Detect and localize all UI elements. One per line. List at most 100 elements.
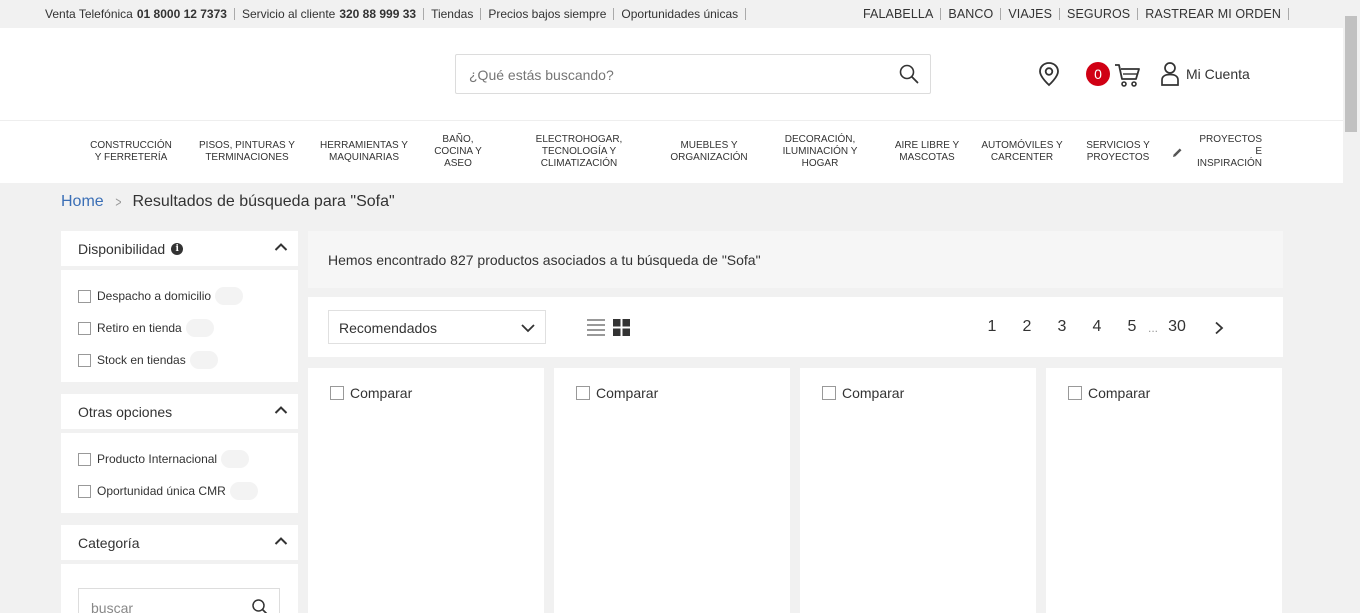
count-pill bbox=[229, 482, 258, 500]
count-pill bbox=[189, 351, 218, 369]
nav-label: ELECTROHOGAR, TECNOLOGÍA Y CLIMATIZACIÓN bbox=[535, 134, 623, 169]
page-1[interactable]: 1 bbox=[982, 318, 1002, 336]
compare-toggle[interactable]: Comparar bbox=[330, 385, 412, 401]
low-prices-link[interactable]: Precios bajos siempre bbox=[488, 7, 606, 21]
checkbox[interactable] bbox=[78, 289, 91, 303]
nav-pisos[interactable]: PISOS, PINTURAS Y TERMINACIONES bbox=[192, 121, 302, 183]
count-pill bbox=[215, 287, 244, 305]
checkbox[interactable] bbox=[822, 386, 836, 400]
product-card[interactable]: Comparar bbox=[800, 368, 1036, 613]
checkbox[interactable] bbox=[1068, 386, 1082, 400]
filter-option[interactable]: Stock en tiendas bbox=[78, 351, 218, 369]
account-link[interactable]: Mi Cuenta bbox=[1160, 61, 1250, 87]
filter-body-disponibilidad: Despacho a domicilio Retiro en tienda St… bbox=[61, 270, 298, 382]
nav-label: AIRE LIBRE Y MASCOTAS bbox=[894, 140, 960, 163]
filter-header-otras-opciones[interactable]: Otras opciones bbox=[61, 394, 298, 429]
page-last[interactable]: 30 bbox=[1165, 318, 1189, 336]
checkbox[interactable] bbox=[576, 386, 590, 400]
nav-herramientas[interactable]: HERRAMIENTAS Y MAQUINARIAS bbox=[314, 121, 414, 183]
filter-body-categoria bbox=[61, 564, 298, 613]
page-5[interactable]: 5 bbox=[1122, 318, 1142, 336]
chevron-down-icon bbox=[521, 324, 535, 333]
checkbox[interactable] bbox=[78, 452, 91, 466]
nav-proyectos[interactable]: PROYECTOS E INSPIRACIÓN bbox=[1172, 121, 1262, 183]
info-icon[interactable]: i bbox=[171, 242, 184, 255]
filter-title: Categoría bbox=[78, 534, 140, 551]
divider bbox=[613, 8, 615, 20]
nav-aire-libre[interactable]: AIRE LIBRE Y MASCOTAS bbox=[885, 121, 969, 183]
chevron-up-icon[interactable] bbox=[274, 405, 288, 415]
breadcrumb-home-link[interactable]: Home bbox=[61, 193, 104, 211]
page-2[interactable]: 2 bbox=[1017, 318, 1037, 336]
compare-toggle[interactable]: Comparar bbox=[822, 385, 904, 401]
seguros-link[interactable]: SEGUROS bbox=[1067, 7, 1130, 21]
divider bbox=[233, 8, 235, 20]
filter-header-disponibilidad[interactable]: Disponibilidad i bbox=[61, 231, 298, 266]
checkbox[interactable] bbox=[78, 353, 91, 367]
location-pin-icon[interactable] bbox=[1037, 61, 1061, 87]
page-scrollbar[interactable] bbox=[1343, 0, 1360, 613]
nav-label: MUEBLES Y ORGANIZACIÓN bbox=[670, 140, 748, 163]
customer-service-number: 320 88 999 33 bbox=[339, 7, 417, 21]
list-view-icon[interactable] bbox=[587, 319, 605, 336]
nav-electrohogar[interactable]: ELECTROHOGAR, TECNOLOGÍA Y CLIMATIZACIÓN bbox=[520, 121, 638, 183]
nav-servicios[interactable]: SERVICIOS Y PROYECTOS bbox=[1080, 121, 1156, 183]
nav-decoracion[interactable]: DECORACIÓN, ILUMINACIÓN Y HOGAR bbox=[772, 121, 868, 183]
nav-label: BAÑO, COCINA Y ASEO bbox=[434, 134, 482, 169]
option-label: Stock en tiendas bbox=[97, 353, 186, 367]
cart-count-badge[interactable]: 0 bbox=[1086, 62, 1110, 86]
compare-label: Comparar bbox=[1088, 385, 1151, 401]
customer-service[interactable]: Servicio al cliente 320 88 999 33 bbox=[242, 7, 416, 21]
product-card[interactable]: Comparar bbox=[554, 368, 790, 613]
banco-link[interactable]: BANCO bbox=[948, 7, 993, 21]
filter-option[interactable]: Despacho a domicilio bbox=[78, 287, 244, 305]
nav-muebles[interactable]: MUEBLES Y ORGANIZACIÓN bbox=[660, 121, 758, 183]
checkbox[interactable] bbox=[78, 321, 91, 335]
scrollbar-thumb[interactable] bbox=[1345, 16, 1357, 132]
viajes-link[interactable]: VIAJES bbox=[1008, 7, 1052, 21]
category-search-input[interactable] bbox=[89, 599, 243, 613]
nav-label: HERRAMIENTAS Y MAQUINARIAS bbox=[320, 140, 408, 163]
nav-bano[interactable]: BAÑO, COCINA Y ASEO bbox=[428, 121, 488, 183]
phone-sales-number: 01 8000 12 7373 bbox=[136, 7, 227, 21]
chevron-up-icon[interactable] bbox=[274, 242, 288, 252]
filter-header-categoria[interactable]: Categoría bbox=[61, 525, 298, 560]
cart-icon[interactable] bbox=[1113, 62, 1141, 88]
unique-opportunities-link[interactable]: Oportunidades únicas bbox=[621, 7, 738, 21]
search-box bbox=[455, 54, 931, 94]
compare-toggle[interactable]: Comparar bbox=[576, 385, 658, 401]
results-summary: Hemos encontrado 827 productos asociados… bbox=[308, 231, 1283, 288]
nav-label: SERVICIOS Y PROYECTOS bbox=[1086, 140, 1150, 163]
filter-option[interactable]: Producto Internacional bbox=[78, 450, 250, 468]
divider bbox=[1000, 8, 1002, 20]
pencil-icon bbox=[1172, 147, 1182, 157]
filter-option[interactable]: Oportunidad única CMR bbox=[78, 482, 258, 500]
page-3[interactable]: 3 bbox=[1052, 318, 1072, 336]
checkbox[interactable] bbox=[78, 484, 91, 498]
nav-automoviles[interactable]: AUTOMÓVILES Y CARCENTER bbox=[975, 121, 1069, 183]
sort-select[interactable]: Recomendados bbox=[328, 310, 546, 344]
results-toolbar: Recomendados 1 2 3 4 5 ... 30 bbox=[308, 297, 1283, 357]
nav-construccion[interactable]: CONSTRUCCIÓN Y FERRETERÍA bbox=[85, 121, 177, 183]
account-label: Mi Cuenta bbox=[1186, 66, 1250, 82]
chevron-right-icon[interactable] bbox=[1214, 321, 1224, 335]
customer-service-label: Servicio al cliente bbox=[241, 7, 336, 21]
search-icon[interactable] bbox=[898, 63, 920, 85]
filter-body-otras-opciones: Producto Internacional Oportunidad única… bbox=[61, 433, 298, 513]
checkbox[interactable] bbox=[330, 386, 344, 400]
search-icon[interactable] bbox=[251, 598, 269, 613]
stores-link[interactable]: Tiendas bbox=[431, 7, 473, 21]
product-card[interactable]: Comparar bbox=[1046, 368, 1282, 613]
search-input[interactable] bbox=[467, 64, 891, 86]
filter-option[interactable]: Retiro en tienda bbox=[78, 319, 214, 337]
page-4[interactable]: 4 bbox=[1087, 318, 1107, 336]
falabella-link[interactable]: FALABELLA bbox=[863, 7, 933, 21]
product-card[interactable]: Comparar bbox=[308, 368, 544, 613]
count-pill bbox=[185, 319, 214, 337]
compare-toggle[interactable]: Comparar bbox=[1068, 385, 1150, 401]
phone-sales[interactable]: Venta Telefónica 01 8000 12 7373 bbox=[45, 7, 227, 21]
grid-view-icon[interactable] bbox=[613, 319, 630, 336]
track-order-link[interactable]: RASTREAR MI ORDEN bbox=[1145, 7, 1281, 21]
breadcrumb-current: Resultados de búsqueda para "Sofa" bbox=[132, 193, 395, 210]
chevron-up-icon[interactable] bbox=[274, 536, 288, 546]
